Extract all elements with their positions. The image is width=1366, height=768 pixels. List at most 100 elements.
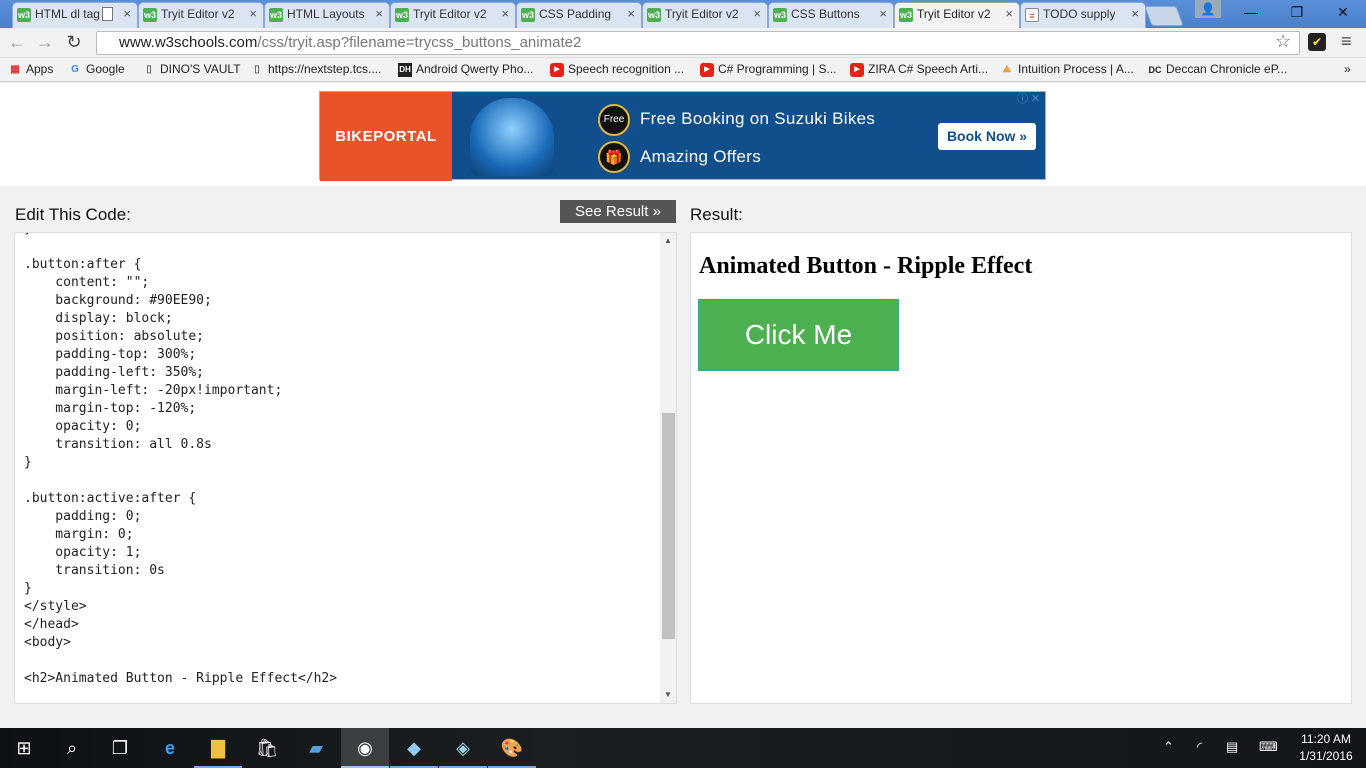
edge-icon[interactable]: e xyxy=(146,728,194,768)
close-window-icon[interactable]: ✕ xyxy=(1320,0,1366,26)
ad-banner[interactable]: BIKEPORTAL Free Free Booking on Suzuki B… xyxy=(319,91,1046,181)
close-icon[interactable]: × xyxy=(375,3,383,25)
result-label: Result: xyxy=(690,205,743,224)
new-tab-button[interactable] xyxy=(1144,6,1184,26)
url-path: /css/tryit.asp?filename=trycss_buttons_a… xyxy=(257,34,582,51)
tab-tryit-editor[interactable]: w3 Tryit Editor v2 × xyxy=(138,2,264,28)
tab-todo-supply[interactable]: ≡ TODO supply × xyxy=(1020,2,1146,28)
url-host: www.w3schools.com xyxy=(119,34,258,51)
taskbar-clock[interactable]: 11:20 AM 1/31/2016 xyxy=(1294,731,1358,765)
bookmark-label: DINO'S VAULT xyxy=(160,62,241,76)
tab-tryit-editor-active[interactable]: w3 Tryit Editor v2 × xyxy=(894,2,1020,28)
tab-label: CSS Padding xyxy=(539,7,612,21)
tab-label: Tryit Editor v2 xyxy=(917,7,991,21)
clock-date: 1/31/2016 xyxy=(1299,749,1353,763)
close-icon[interactable]: × xyxy=(627,3,635,25)
paint-icon[interactable]: 🎨 xyxy=(488,728,536,768)
extension-icon[interactable]: ✔ xyxy=(1308,33,1326,51)
click-me-button[interactable]: Click Me xyxy=(698,299,899,371)
chevron-up-icon[interactable]: ⌃ xyxy=(1163,739,1174,755)
forward-icon[interactable]: → xyxy=(33,31,57,55)
bookmark-google[interactable]: G Google xyxy=(68,62,125,76)
profile-icon[interactable]: 👤 xyxy=(1195,0,1221,18)
dh-icon: DH xyxy=(398,63,412,77)
file-explorer-icon[interactable]: ▇ xyxy=(194,728,242,768)
taskbar: ⊞ ⌕ ❐ e ▇ 🛍 ▰ ◉ ◆ ◈ 🎨 xyxy=(0,728,1366,768)
restore-icon[interactable]: ❐ xyxy=(1274,0,1320,26)
store-icon[interactable]: 🛍 xyxy=(243,728,291,768)
tab-tryit-editor[interactable]: w3 Tryit Editor v2 × xyxy=(390,2,516,28)
w3schools-icon: w3 xyxy=(521,8,535,22)
tab-html-dl-tag[interactable]: w3 HTML dl tag × xyxy=(12,2,138,28)
scroll-thumb[interactable] xyxy=(662,413,675,639)
scrollbar[interactable]: ▲ ▼ xyxy=(660,233,676,703)
bookmark-label: C# Programming | S... xyxy=(718,62,837,76)
windows-start-icon[interactable]: ⊞ xyxy=(0,728,48,768)
apps-grid-icon: ▦ xyxy=(10,64,20,75)
tab-css-buttons[interactable]: w3 CSS Buttons × xyxy=(768,2,894,28)
wifi-icon[interactable]: ◜ xyxy=(1197,739,1202,755)
scroll-down-icon[interactable]: ▼ xyxy=(664,690,672,699)
bookmark-intuition-process[interactable]: ⛰ Intuition Process | A... xyxy=(1000,62,1134,76)
bookmark-speech-recognition[interactable]: ▶ Speech recognition ... xyxy=(550,62,684,77)
keyboard-icon[interactable]: ⌨ xyxy=(1259,739,1278,755)
gift-icon: 🎁 xyxy=(598,141,630,173)
ad-line-2: Amazing Offers xyxy=(640,147,762,166)
bookmark-android-qwerty[interactable]: DH Android Qwerty Pho... xyxy=(398,62,533,77)
bookmark-deccan-chronicle[interactable]: DC Deccan Chronicle eP... xyxy=(1148,62,1288,76)
tab-strip: w3 HTML dl tag × w3 Tryit Editor v2 × w3 HTML… xyxy=(0,0,1366,28)
ad-area: BIKEPORTAL Free Free Booking on Suzuki B… xyxy=(0,83,1366,186)
back-icon[interactable]: ← xyxy=(5,31,29,55)
w3schools-icon: w3 xyxy=(773,8,787,22)
blue-app-icon[interactable]: ◈ xyxy=(439,728,487,768)
ad-brand-logo: BIKEPORTAL xyxy=(320,92,452,181)
bookmark-zira-speech[interactable]: ▶ ZIRA C# Speech Arti... xyxy=(850,62,988,77)
see-result-button[interactable]: See Result » xyxy=(560,200,676,223)
youtube-icon: ▶ xyxy=(700,63,714,77)
address-bar[interactable]: www.w3schools.com/css/tryit.asp?filename… xyxy=(96,31,1300,55)
page-icon xyxy=(102,7,113,21)
bookmark-apps[interactable]: ▦ Apps xyxy=(8,62,53,76)
ad-line-1: Free Booking on Suzuki Bikes xyxy=(640,109,876,128)
code-textarea[interactable]: } .button:after { content: ""; backgroun… xyxy=(24,233,337,688)
clock-time: 11:20 AM xyxy=(1301,732,1351,746)
reload-icon[interactable]: ↻ xyxy=(62,31,86,55)
bookmark-dinos-vault[interactable]: ▯ DINO'S VAULT xyxy=(142,62,241,76)
book-now-button[interactable]: Book Now » xyxy=(938,123,1036,150)
close-icon[interactable]: × xyxy=(1131,3,1139,25)
task-view-icon[interactable]: ❐ xyxy=(96,728,144,768)
bookmark-nextstep[interactable]: ▯ https://nextstep.tcs.... xyxy=(250,62,381,76)
tab-label: Tryit Editor v2 xyxy=(665,7,739,21)
code-editor[interactable]: } .button:after { content: ""; backgroun… xyxy=(14,232,677,704)
chrome-icon[interactable]: ◉ xyxy=(341,728,389,768)
browser-toolbar: ← → ↻ www.w3schools.com/css/tryit.asp?fi… xyxy=(0,28,1366,58)
close-icon[interactable]: × xyxy=(753,3,761,25)
scroll-up-icon[interactable]: ▲ xyxy=(664,236,672,245)
menu-icon[interactable]: ≡ xyxy=(1341,31,1352,52)
adchoices-icon[interactable]: ⓘ ✕ xyxy=(1017,90,1045,105)
minimize-icon[interactable]: — xyxy=(1228,0,1274,26)
pc-icon[interactable]: ▰ xyxy=(292,728,340,768)
tab-tryit-editor[interactable]: w3 Tryit Editor v2 × xyxy=(642,2,768,28)
close-icon[interactable]: × xyxy=(501,3,509,25)
bookmarks-overflow-button[interactable]: » xyxy=(1326,62,1351,76)
close-icon[interactable]: × xyxy=(1005,3,1013,25)
tab-html-layouts[interactable]: w3 HTML Layouts × xyxy=(264,2,390,28)
tab-label: HTML Layouts xyxy=(287,7,365,21)
bookmark-label: https://nextstep.tcs.... xyxy=(268,62,382,76)
bookmark-star-icon[interactable]: ☆ xyxy=(1275,31,1291,52)
search-icon[interactable]: ⌕ xyxy=(48,728,96,768)
close-icon[interactable]: × xyxy=(249,3,257,25)
notification-icon[interactable]: ▤ xyxy=(1226,739,1238,755)
bookmark-csharp-programming[interactable]: ▶ C# Programming | S... xyxy=(700,62,837,77)
bookmark-label: Google xyxy=(86,62,125,76)
page-icon: ▯ xyxy=(254,64,260,75)
tab-css-padding[interactable]: w3 CSS Padding × xyxy=(516,2,642,28)
document-icon: ≡ xyxy=(1025,8,1039,22)
close-icon[interactable]: × xyxy=(123,3,131,25)
tab-label: HTML dl tag xyxy=(35,7,100,21)
close-icon[interactable]: × xyxy=(879,3,887,25)
cube-app-icon[interactable]: ◆ xyxy=(390,728,438,768)
bookmark-label: Deccan Chronicle eP... xyxy=(1166,62,1288,76)
w3schools-icon: w3 xyxy=(269,8,283,22)
